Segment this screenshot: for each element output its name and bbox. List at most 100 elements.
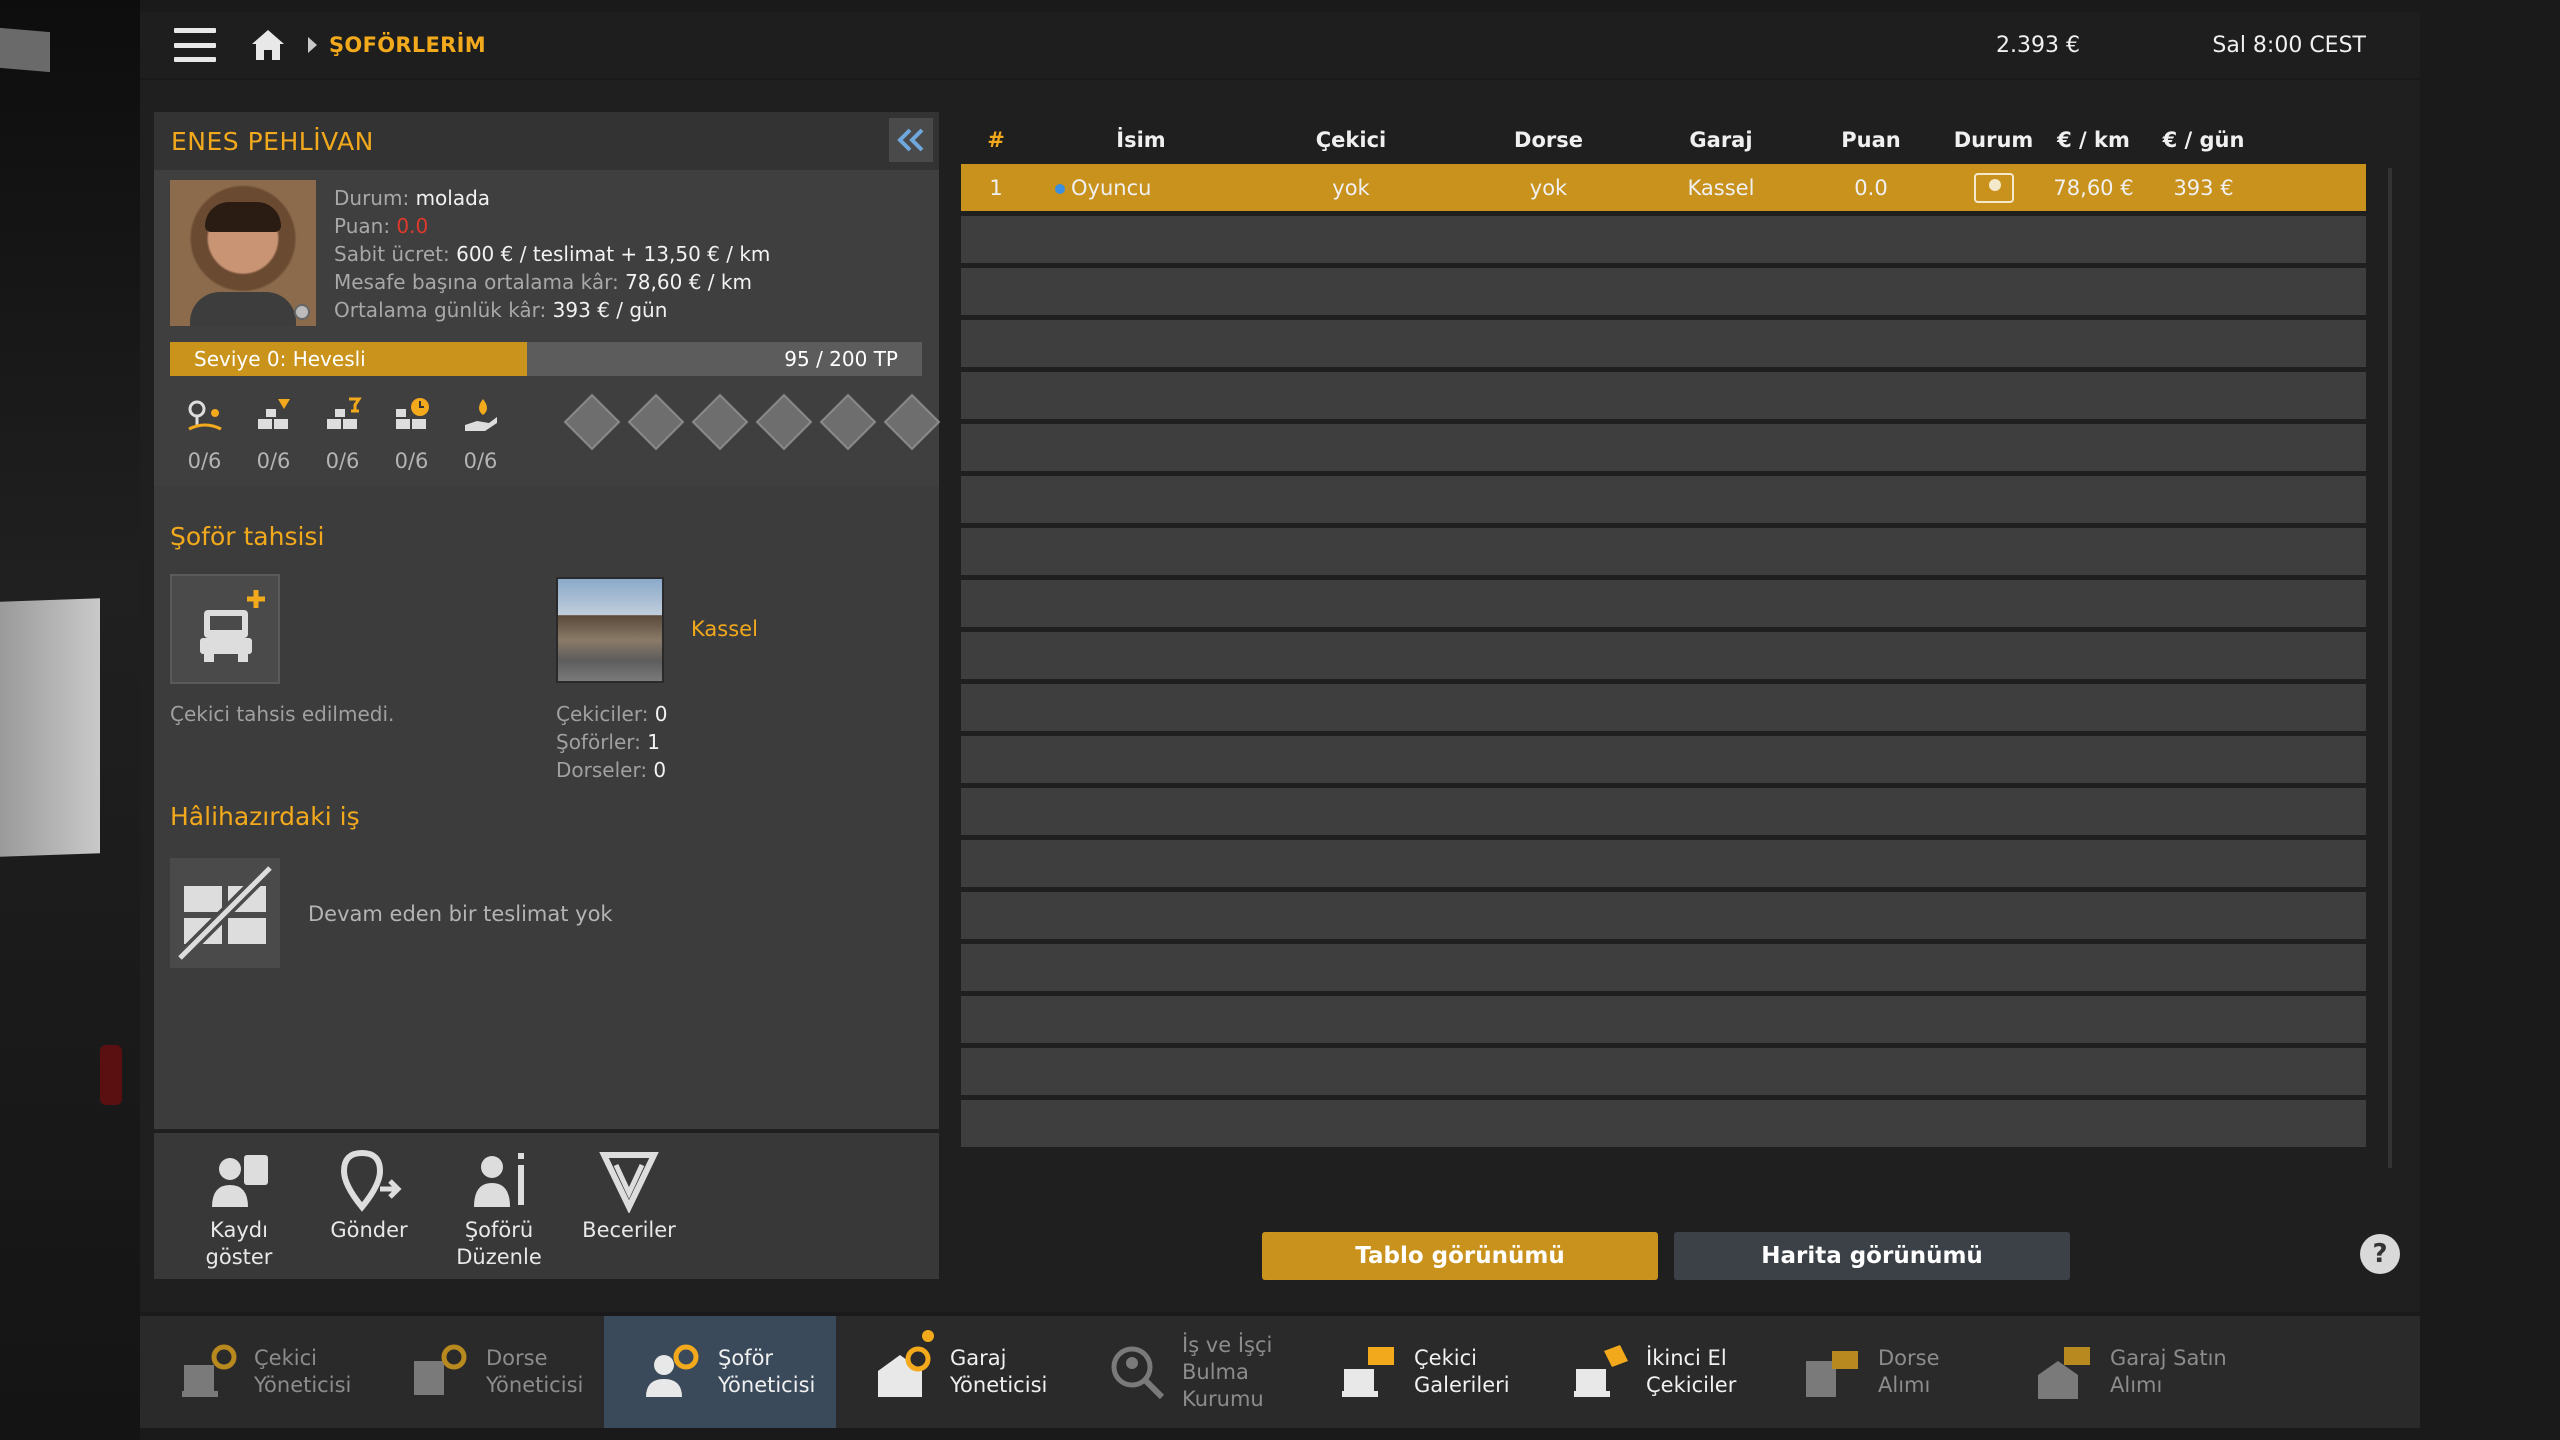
nav-recruitment-agency[interactable]: İş ve İşçi Bulma Kurumu (1068, 1316, 1300, 1428)
col-trailer[interactable]: Dorse (1451, 128, 1646, 152)
assign-truck-button[interactable] (170, 574, 280, 684)
garage-drivers-value: 1 (647, 730, 660, 754)
status-label: Durum: (334, 186, 410, 210)
table-scrollbar[interactable] (2388, 168, 2392, 1168)
driver-edit-icon (474, 1153, 524, 1207)
adr-oxidizer-icon[interactable] (755, 393, 813, 451)
empty-table-row (961, 788, 2366, 835)
table-header: # İsim Çekici Dorse Garaj Puan Durum € /… (961, 116, 2366, 164)
edit-driver-button[interactable]: Şoförü Düzenle (434, 1133, 564, 1279)
empty-table-row (961, 684, 2366, 731)
diamond-cargo-icon (257, 399, 290, 429)
adr-gases-icon[interactable] (627, 393, 685, 451)
level-progress-bar: Seviye 0: Hevesli 95 / 200 TP (170, 342, 922, 376)
skills-chevron-icon (599, 1152, 659, 1213)
adr-toxic-icon[interactable] (819, 393, 877, 451)
eco-drop-icon (464, 399, 497, 431)
no-job-text: Devam eden bir teslimat yok (308, 902, 613, 926)
profit-km-value: 78,60 € / km (625, 270, 752, 294)
level-points: 95 / 200 TP (784, 347, 898, 371)
col-status[interactable]: Durum (1946, 128, 2041, 152)
drivers-table: # İsim Çekici Dorse Garaj Puan Durum € /… (961, 116, 2366, 1169)
nav-label: İş ve İşçi Bulma Kurumu (1182, 1332, 1273, 1411)
skill-list: 0/6 0/6 0/6 0/6 0/6 (170, 395, 515, 473)
empty-table-row (961, 580, 2366, 627)
nav-label: Çekici Galerileri (1414, 1346, 1510, 1397)
skills-button[interactable]: Beceriler (564, 1133, 694, 1279)
nav-label: Garaj Satın Alımı (2110, 1346, 2227, 1397)
skill-fragile[interactable]: 0/6 (308, 395, 377, 473)
col-per-km[interactable]: € / km (2041, 128, 2146, 152)
breadcrumb-arrow-icon (308, 37, 317, 53)
driver-gear-icon (646, 1344, 699, 1397)
trailer-gear-icon (414, 1344, 467, 1395)
col-rating[interactable]: Puan (1796, 128, 1946, 152)
nav-label: İkinci El Çekiciler (1646, 1346, 1737, 1397)
money-balance: 2.393 € (1996, 32, 2080, 58)
menu-icon[interactable] (174, 28, 216, 62)
skill-count: 0/6 (394, 449, 429, 473)
show-record-button[interactable]: Kaydı göster (174, 1133, 304, 1279)
skill-high-value[interactable]: 0/6 (239, 395, 308, 473)
garage-thumbnail[interactable] (556, 577, 664, 683)
skill-just-in-time[interactable]: 0/6 (377, 395, 446, 473)
nav-garage-manager[interactable]: Garaj Yöneticisi (836, 1316, 1068, 1428)
home-icon[interactable] (250, 28, 286, 62)
skill-count: 0/6 (463, 449, 498, 473)
nav-driver-manager[interactable]: Şoför Yöneticisi (604, 1316, 836, 1428)
adr-flammable-icon[interactable] (691, 393, 749, 451)
skill-long-distance[interactable]: 0/6 (170, 395, 239, 473)
nav-trailer-manager[interactable]: Dorse Yöneticisi (372, 1316, 604, 1428)
truck-add-icon (200, 590, 265, 662)
player-dot-icon (1055, 183, 1065, 194)
adr-class-list (563, 393, 941, 451)
garage-trucks-value: 0 (654, 702, 668, 726)
table-view-button[interactable]: Tablo görünümü (1262, 1232, 1658, 1280)
garage-gear-icon (878, 1346, 931, 1397)
nav-garage-purchase[interactable]: Garaj Satın Alımı (1996, 1316, 2228, 1428)
truck-dealer-icon (1342, 1347, 1394, 1397)
profit-day-label: Ortalama günlük kâr: (334, 298, 547, 322)
fragile-cargo-icon (326, 397, 362, 429)
row-trailer: yok (1529, 175, 1568, 200)
show-record-label: Kaydı göster (205, 1218, 273, 1269)
collapse-panel-button[interactable] (889, 118, 933, 162)
col-garage[interactable]: Garaj (1646, 128, 1796, 152)
salary-label: Sabit ücret: (334, 242, 450, 266)
help-icon[interactable]: ? (2360, 1234, 2400, 1274)
table-row[interactable]: 1 Oyuncu yok yok Kassel 0.0 78,60 € 393 … (961, 164, 2366, 211)
row-garage: Kassel (1687, 175, 1755, 200)
empty-table-row (961, 372, 2366, 419)
current-job-title: Hâlihazırdaki iş (170, 802, 360, 831)
send-button[interactable]: Gönder (304, 1133, 434, 1279)
driver-header: ENES PEHLİVAN (154, 112, 939, 170)
col-per-day[interactable]: € / gün (2146, 128, 2261, 152)
nav-label: Çekici Yöneticisi (254, 1346, 352, 1397)
col-name[interactable]: İsim (1031, 128, 1251, 152)
adr-explosives-icon[interactable] (563, 393, 621, 451)
nav-used-trucks[interactable]: İkinci El Çekiciler (1532, 1316, 1764, 1428)
bottom-navigation: Çekici Yöneticisi Dorse Yöneticisi Şoför Yö… (140, 1316, 2420, 1428)
no-truck-text: Çekici tahsis edilmedi. (170, 702, 395, 726)
empty-table-row (961, 268, 2366, 315)
map-view-button[interactable]: Harita görünümü (1674, 1232, 2070, 1280)
nav-truck-dealers[interactable]: Çekici Galerileri (1300, 1316, 1532, 1428)
garage-trailers-label: Dorseler: (556, 758, 648, 782)
row-status (1946, 172, 2041, 203)
row-name: Oyuncu (1031, 176, 1251, 200)
nav-truck-manager[interactable]: Çekici Yöneticisi (140, 1316, 372, 1428)
nav-label: Dorse Alımı (1878, 1346, 1940, 1397)
nav-trailer-purchase[interactable]: Dorse Alımı (1764, 1316, 1996, 1428)
col-truck[interactable]: Çekici (1251, 128, 1451, 152)
row-per-day: 393 € (2173, 175, 2234, 200)
garage-name[interactable]: Kassel (691, 617, 758, 641)
no-job-icon (170, 858, 280, 968)
adr-corrosive-icon[interactable] (883, 393, 941, 451)
recruitment-search-icon (1111, 1346, 1165, 1400)
col-number[interactable]: # (961, 128, 1031, 152)
profit-km-label: Mesafe başına ortalama kâr: (334, 270, 619, 294)
driver-resting-icon (1973, 172, 2014, 203)
background-scene (0, 0, 140, 1440)
breadcrumb[interactable]: ŞOFÖRLERİM (329, 33, 486, 57)
skill-eco-driving[interactable]: 0/6 (446, 395, 515, 473)
